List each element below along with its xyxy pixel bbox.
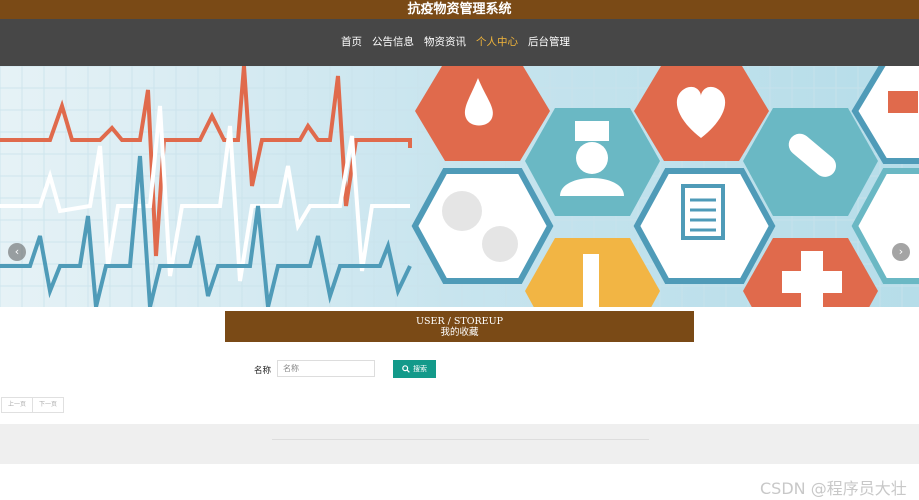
nav-item-personal-center[interactable]: 个人中心 bbox=[471, 19, 523, 66]
banner-image bbox=[0, 66, 919, 307]
next-page-button[interactable]: 下一页 bbox=[32, 397, 65, 413]
nav-item-admin[interactable]: 后台管理 bbox=[523, 19, 575, 66]
search-label: 名称 bbox=[254, 366, 272, 376]
footer-divider bbox=[272, 439, 649, 440]
search-icon bbox=[402, 365, 410, 373]
banner-carousel[interactable]: ‹ › bbox=[0, 66, 919, 307]
carousel-prev-button[interactable]: ‹ bbox=[8, 243, 26, 261]
section-title: USER / STOREUP 我的收藏 bbox=[225, 311, 694, 342]
chevron-right-icon: › bbox=[898, 245, 904, 258]
search-input[interactable] bbox=[277, 360, 375, 377]
pagination: 上一页 下一页 bbox=[1, 397, 65, 413]
carousel-next-button[interactable]: › bbox=[892, 243, 910, 261]
watermark: CSDN @程序员大壮 bbox=[760, 479, 907, 498]
app-title: 抗疫物资管理系统 bbox=[0, 0, 919, 19]
chevron-left-icon: ‹ bbox=[14, 245, 20, 258]
nav-item-home[interactable]: 首页 bbox=[336, 19, 367, 66]
search-button[interactable]: 搜索 bbox=[393, 360, 436, 378]
nav-item-supplies-news[interactable]: 物资资讯 bbox=[419, 19, 471, 66]
search-button-label: 搜索 bbox=[413, 365, 427, 373]
nav-item-announcements[interactable]: 公告信息 bbox=[367, 19, 419, 66]
section-title-cn: 我的收藏 bbox=[440, 327, 479, 338]
footer bbox=[0, 424, 919, 464]
main-nav: 首页 公告信息 物资资讯 个人中心 后台管理 bbox=[0, 19, 919, 66]
prev-page-button[interactable]: 上一页 bbox=[1, 397, 34, 413]
section-title-en: USER / STOREUP bbox=[416, 316, 503, 327]
